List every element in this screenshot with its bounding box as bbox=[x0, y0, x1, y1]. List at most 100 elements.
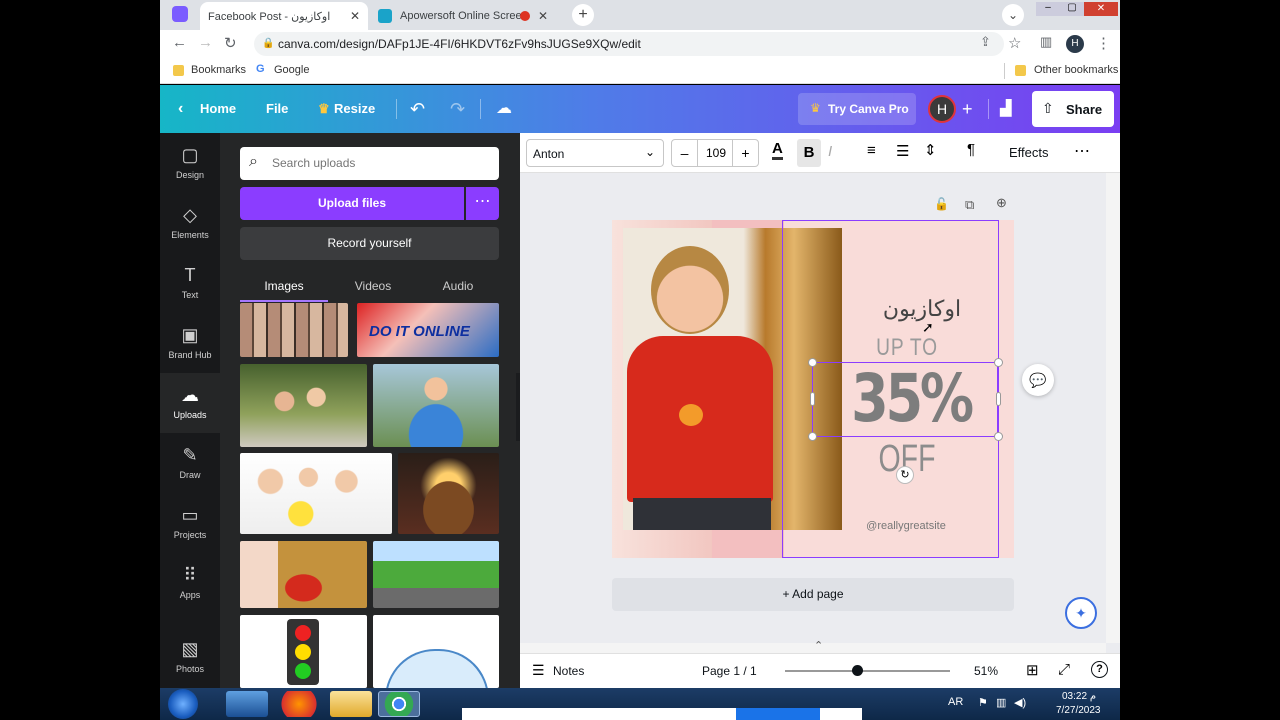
font-family-select[interactable]: Anton ⌄ bbox=[526, 139, 664, 167]
upload-thumb-traffic-light[interactable] bbox=[240, 615, 367, 688]
side-panel-icon[interactable]: ▥ bbox=[1040, 34, 1052, 50]
notes-icon[interactable]: ☰ bbox=[532, 662, 545, 679]
tray-volume-icon[interactable]: ◀) bbox=[1014, 696, 1026, 709]
rail-design[interactable]: ▢ Design bbox=[160, 133, 220, 193]
file-menu[interactable]: File bbox=[266, 85, 288, 133]
zoom-slider-handle[interactable] bbox=[851, 665, 863, 676]
minimize-button[interactable]: ‒ bbox=[1036, 2, 1060, 16]
resize-handle[interactable] bbox=[994, 432, 1003, 441]
home-button[interactable]: Home bbox=[200, 85, 236, 133]
list-icon[interactable]: ☰ bbox=[896, 142, 909, 160]
add-page-button[interactable]: + Add page bbox=[612, 578, 1014, 611]
add-collaborator-icon[interactable]: + bbox=[962, 85, 973, 133]
text-selection-frame[interactable] bbox=[812, 362, 998, 437]
more-options-icon[interactable]: ⋯ bbox=[1074, 141, 1090, 161]
resize-button[interactable]: Resize bbox=[334, 85, 375, 133]
upload-thumb-kids-balls[interactable] bbox=[240, 453, 392, 534]
effects-button[interactable]: Effects bbox=[1009, 145, 1049, 160]
upload-thumb-trees-video[interactable] bbox=[373, 541, 499, 608]
page-indicator[interactable]: Page 1 / 1 bbox=[702, 664, 757, 678]
tray-flag-icon[interactable]: ⚑ bbox=[978, 696, 988, 709]
duplicate-page-icon[interactable]: ⧉ bbox=[965, 197, 974, 213]
tab-list-chevron-icon[interactable]: ⌄ bbox=[1002, 4, 1024, 26]
undo-icon[interactable]: ↶ bbox=[410, 85, 425, 133]
zoom-value[interactable]: 51% bbox=[974, 664, 998, 678]
rail-apps[interactable]: ⠿ Apps bbox=[160, 553, 220, 613]
tab-videos[interactable]: Videos bbox=[328, 279, 418, 293]
notes-button[interactable]: Notes bbox=[553, 664, 584, 678]
fullscreen-icon[interactable]: ⤢ bbox=[1058, 661, 1070, 678]
text-color-icon[interactable]: A bbox=[772, 141, 783, 160]
italic-button[interactable]: I bbox=[828, 143, 832, 160]
new-tab-button[interactable]: + bbox=[572, 4, 594, 26]
add-page-icon[interactable]: ⊕ bbox=[996, 195, 1007, 211]
close-icon[interactable]: ✕ bbox=[350, 9, 360, 23]
increase-size-button[interactable]: + bbox=[732, 140, 758, 166]
upload-thumb-cake[interactable] bbox=[398, 453, 499, 534]
language-indicator[interactable]: AR bbox=[948, 696, 963, 708]
reload-icon[interactable]: ↻ bbox=[224, 34, 237, 52]
magic-sparkle-button[interactable]: ✦ bbox=[1065, 597, 1097, 629]
side-handle[interactable] bbox=[996, 392, 1001, 406]
spacing-icon[interactable]: ⇕ bbox=[924, 141, 937, 159]
other-bookmarks[interactable]: Other bookmarks bbox=[1034, 64, 1118, 76]
upload-thumb-family[interactable] bbox=[240, 364, 367, 447]
file-explorer-icon[interactable] bbox=[330, 691, 372, 717]
rotate-handle[interactable]: ↻ bbox=[896, 466, 914, 484]
chrome-icon[interactable] bbox=[378, 691, 420, 717]
profile-avatar[interactable]: H bbox=[1066, 35, 1084, 53]
share-page-icon[interactable]: ⇪ bbox=[980, 34, 991, 50]
rail-photos[interactable]: ▧ Photos bbox=[160, 627, 220, 687]
side-handle[interactable] bbox=[810, 392, 815, 406]
tab-apowersoft[interactable]: Apowersoft Online Screen Re ✕ bbox=[370, 2, 556, 30]
maximize-button[interactable]: ▢ bbox=[1060, 2, 1084, 16]
align-center-icon[interactable]: ≡ bbox=[867, 142, 876, 159]
share-button[interactable]: ⇧ Share bbox=[1032, 91, 1114, 127]
search-input[interactable] bbox=[272, 154, 482, 172]
search-uploads-field[interactable]: ⌕ bbox=[240, 147, 499, 180]
decrease-size-button[interactable]: – bbox=[672, 140, 698, 166]
resize-handle[interactable] bbox=[808, 432, 817, 441]
zoom-slider-track[interactable] bbox=[785, 670, 950, 672]
bookmark-google[interactable]: Google bbox=[274, 64, 309, 76]
bold-button[interactable]: B bbox=[797, 139, 821, 167]
user-avatar[interactable]: H bbox=[928, 95, 956, 123]
tab-audio[interactable]: Audio bbox=[418, 279, 498, 293]
vertical-scrollbar[interactable] bbox=[1106, 173, 1120, 643]
help-icon[interactable]: ? bbox=[1091, 661, 1108, 678]
resize-handle[interactable] bbox=[994, 358, 1003, 367]
close-icon[interactable]: ✕ bbox=[538, 9, 548, 23]
upload-thumb-boy-blue[interactable] bbox=[373, 364, 499, 447]
resize-handle[interactable] bbox=[808, 358, 817, 367]
notification-button[interactable] bbox=[736, 708, 820, 720]
record-yourself-button[interactable]: Record yourself bbox=[240, 227, 499, 260]
firefox-icon[interactable] bbox=[278, 691, 320, 717]
upload-thumb-boy-red[interactable] bbox=[240, 541, 367, 608]
rail-elements[interactable]: ◇ Elements bbox=[160, 193, 220, 253]
upload-thumb-faces[interactable] bbox=[240, 303, 348, 357]
menu-dots-icon[interactable]: ⋮ bbox=[1096, 34, 1111, 52]
font-size-stepper[interactable]: – 109 + bbox=[671, 139, 759, 167]
tab-images[interactable]: Images bbox=[240, 279, 328, 293]
rail-brand-hub[interactable]: ▣ Brand Hub bbox=[160, 313, 220, 373]
comment-button[interactable]: 💬 bbox=[1022, 364, 1054, 396]
tray-network-icon[interactable]: ▥ bbox=[996, 696, 1006, 709]
tab-facebook-post[interactable]: Facebook Post - اوكازيون ✕ bbox=[200, 2, 368, 30]
cloud-save-icon[interactable]: ☁ bbox=[496, 85, 512, 133]
upload-thumb-do-it-online[interactable]: DO IT ONLINE bbox=[357, 303, 499, 357]
redo-icon[interactable]: ↷ bbox=[450, 85, 465, 133]
grid-view-icon[interactable]: ⊞ bbox=[1026, 661, 1039, 679]
expand-chevron-up-icon[interactable]: ⌃ bbox=[814, 639, 823, 652]
upload-files-button[interactable]: Upload files bbox=[240, 187, 464, 220]
rail-draw[interactable]: ✎ Draw bbox=[160, 433, 220, 493]
home-chevron-icon[interactable]: ‹ bbox=[178, 85, 183, 133]
bookmark-star-icon[interactable]: ☆ bbox=[1008, 34, 1021, 52]
rail-projects[interactable]: ▭ Projects bbox=[160, 493, 220, 553]
window-close-button[interactable]: ✕ bbox=[1084, 2, 1118, 16]
horizontal-scrollbar[interactable] bbox=[520, 643, 1106, 653]
bookmark-bookmarks[interactable]: Bookmarks bbox=[191, 64, 246, 76]
rail-uploads[interactable]: ☁ Uploads bbox=[160, 373, 220, 433]
lock-icon[interactable]: 🔓 bbox=[934, 197, 949, 211]
insights-chart-icon[interactable]: ▟ bbox=[1000, 85, 1012, 133]
url-field[interactable]: 🔒 canva.com/design/DAFp1JE-4FI/6HKDVT6zF… bbox=[254, 32, 1004, 56]
